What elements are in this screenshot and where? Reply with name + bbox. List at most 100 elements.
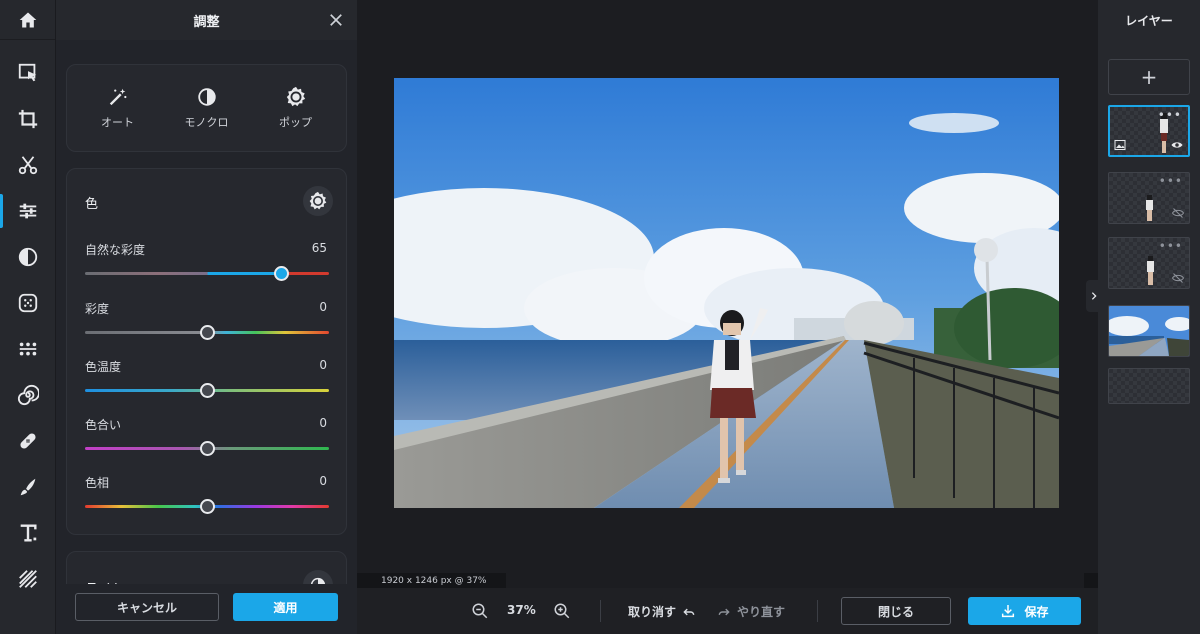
- home-button[interactable]: [0, 0, 55, 40]
- editor-app: 調整 オート モノクロ ポップ 色 自然な彩度 65 彩度 0 色温度 0 色合…: [0, 0, 1200, 634]
- zoom-out-icon[interactable]: [471, 602, 489, 620]
- scrollbar-corner: [1084, 573, 1098, 588]
- retouch-bandage-icon: [20, 433, 36, 449]
- tool-distort[interactable]: [0, 372, 56, 418]
- slider-handle[interactable]: [200, 441, 215, 456]
- tool-filter[interactable]: [0, 234, 56, 280]
- liquify-icon: [19, 342, 37, 356]
- close-button[interactable]: 閉じる: [841, 597, 951, 625]
- preset-card: オート モノクロ ポップ: [66, 64, 347, 152]
- save-button[interactable]: 保存: [968, 597, 1081, 625]
- image-icon: [1114, 140, 1126, 150]
- slider-label: 色合い: [85, 418, 122, 432]
- layer-menu-icon[interactable]: •••: [1159, 240, 1183, 252]
- slider-value: 0: [319, 300, 327, 314]
- panel-header: 調整: [56, 0, 357, 40]
- sun-badge-icon: [286, 86, 305, 107]
- home-icon: [19, 12, 36, 27]
- panel-title: 調整: [193, 14, 220, 30]
- undo-label: 取り消す: [628, 605, 677, 619]
- slider-value: 65: [311, 241, 327, 255]
- slider-value: 0: [319, 416, 327, 430]
- preset-pop-label: ポップ: [279, 116, 312, 129]
- preset-auto-label: オート: [101, 116, 134, 129]
- magic-wand-icon: [109, 88, 126, 106]
- layer-thumb[interactable]: •••: [1108, 237, 1190, 289]
- visible-eye-icon[interactable]: [1171, 139, 1183, 151]
- cancel-button[interactable]: キャンセル: [75, 593, 219, 621]
- preset-auto[interactable]: オート: [78, 86, 158, 130]
- color-section: 色 自然な彩度 65 彩度 0 色温度 0 色合い 0 色相 0: [66, 168, 347, 535]
- slider-handle[interactable]: [200, 325, 215, 340]
- color-reset-button[interactable]: [303, 186, 333, 216]
- slider-handle[interactable]: [273, 266, 289, 281]
- preset-mono[interactable]: モノクロ: [167, 86, 247, 130]
- undo-icon: [683, 608, 695, 615]
- slider-label: 色相: [85, 476, 110, 490]
- undo-button[interactable]: 取り消す: [628, 603, 696, 620]
- slider-handle[interactable]: [200, 499, 215, 514]
- spiral-distort-icon: [17, 384, 39, 406]
- canvas-area[interactable]: 1920 x 1246 px @ 37%: [357, 0, 1098, 588]
- sun-badge-icon: [309, 191, 327, 210]
- cut-scissors-icon: [18, 156, 38, 175]
- zoom-level: 37%: [507, 603, 536, 617]
- add-layer-button[interactable]: +: [1108, 59, 1190, 95]
- crop-icon: [18, 109, 38, 129]
- redo-button[interactable]: やり直す: [717, 603, 785, 620]
- layer-thumb[interactable]: •••: [1108, 172, 1190, 224]
- half-circle-icon: [197, 88, 216, 106]
- image-info: 1920 x 1246 px @ 37%: [357, 573, 506, 588]
- layers-panel: レイヤー + ••• ••• •••: [1098, 0, 1200, 634]
- edited-photo[interactable]: [394, 78, 1059, 508]
- adjust-sliders-icon: [19, 203, 37, 219]
- effects-grid-icon: [18, 293, 38, 313]
- select-arrange-icon: [18, 63, 37, 82]
- slider-track[interactable]: [85, 272, 329, 275]
- slider-handle[interactable]: [200, 383, 215, 398]
- tool-text[interactable]: [0, 510, 56, 556]
- preset-mono-label: モノクロ: [184, 116, 229, 129]
- save-label: 保存: [1024, 604, 1049, 619]
- divider: [600, 600, 601, 622]
- layer-menu-icon[interactable]: •••: [1158, 109, 1182, 121]
- layer-menu-icon[interactable]: •••: [1159, 175, 1183, 187]
- tool-retouch[interactable]: [0, 418, 56, 464]
- bottom-bar: 37% 取り消す やり直す 閉じる 保存: [357, 588, 1200, 634]
- slider-label: 色温度: [85, 360, 122, 374]
- texture-lines-icon: [19, 570, 37, 588]
- tool-adjust[interactable]: [0, 188, 56, 234]
- tool-cut[interactable]: [0, 142, 56, 188]
- tool-texture[interactable]: [0, 556, 56, 602]
- layer-thumb[interactable]: [1108, 305, 1190, 357]
- tool-effects[interactable]: [0, 280, 56, 326]
- slider-label: 彩度: [85, 302, 110, 316]
- tool-draw[interactable]: [0, 464, 56, 510]
- apply-button[interactable]: 適用: [233, 593, 338, 621]
- zoom-in-icon[interactable]: [553, 602, 571, 620]
- divider: [817, 600, 818, 622]
- redo-label: やり直す: [737, 605, 786, 619]
- slider-label: 自然な彩度: [85, 243, 146, 257]
- adjust-panel: 調整 オート モノクロ ポップ 色 自然な彩度 65 彩度 0 色温度 0 色合…: [56, 0, 357, 634]
- layer-thumb[interactable]: [1108, 368, 1190, 404]
- filter-contrast-icon: [18, 247, 38, 267]
- layers-title: レイヤー: [1125, 13, 1173, 28]
- hidden-eye-icon[interactable]: [1172, 272, 1184, 284]
- tool-arrange[interactable]: [0, 50, 56, 96]
- color-section-title: 色: [85, 197, 99, 212]
- preset-pop[interactable]: ポップ: [256, 86, 336, 130]
- slider-value: 0: [319, 474, 327, 488]
- text-icon: [20, 524, 37, 542]
- slider-value: 0: [319, 358, 327, 372]
- brush-icon: [20, 478, 36, 496]
- left-toolbar: [0, 0, 56, 634]
- hidden-eye-icon[interactable]: [1172, 207, 1184, 219]
- tool-crop[interactable]: [0, 96, 56, 142]
- tool-liquify[interactable]: [0, 326, 56, 372]
- redo-icon: [718, 608, 730, 615]
- download-icon: [1002, 605, 1015, 618]
- panel-footer: キャンセル 適用: [56, 584, 357, 634]
- close-icon[interactable]: [327, 11, 345, 29]
- layer-thumb[interactable]: •••: [1108, 105, 1190, 157]
